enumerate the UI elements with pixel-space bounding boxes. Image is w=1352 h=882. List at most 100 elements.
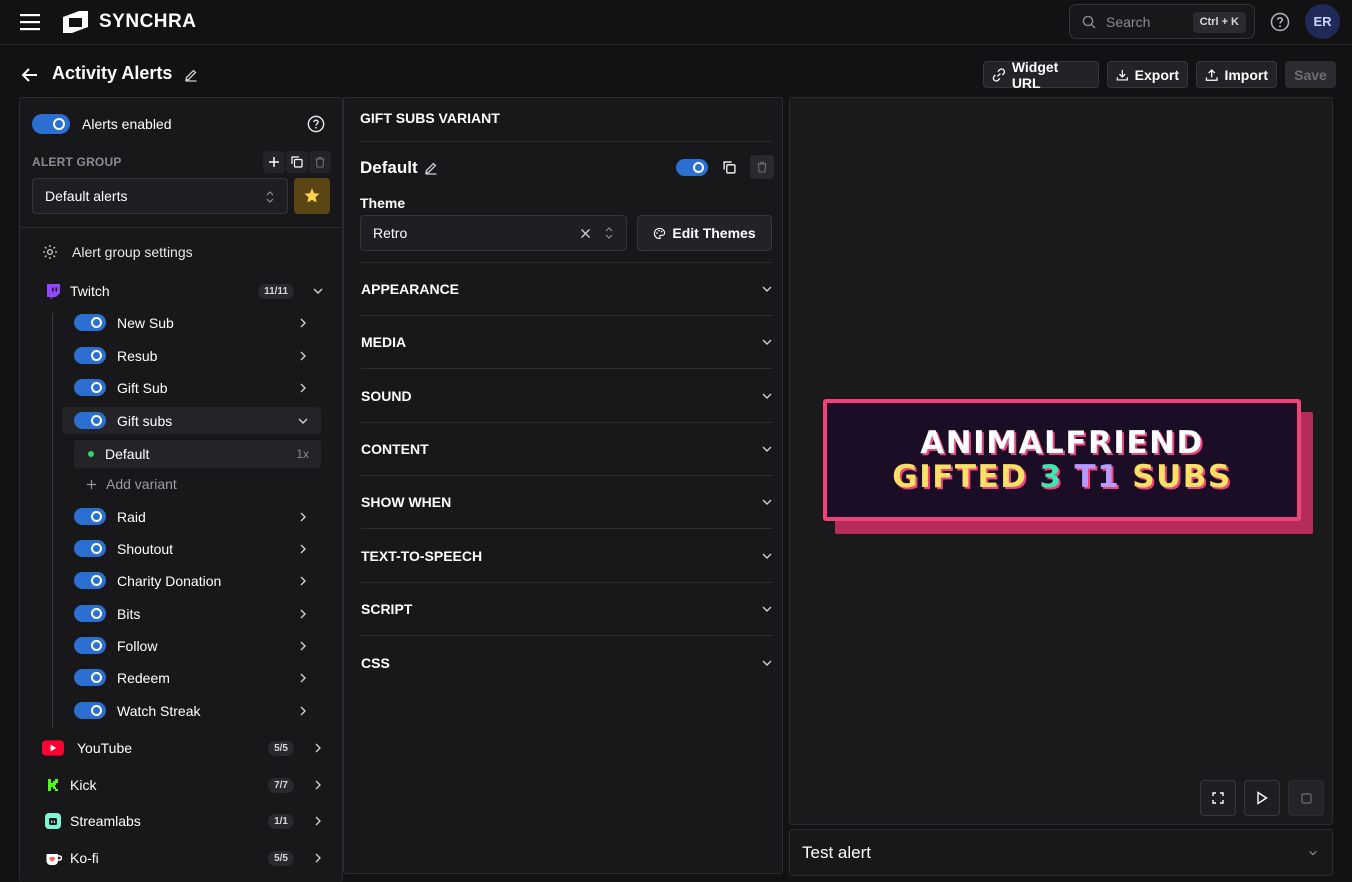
event-label: Resub [117,347,158,364]
section-css[interactable]: CSS [361,636,773,689]
platform-count-badge: 5/5 [268,850,294,866]
alert-group-settings-label: Alert group settings [72,244,193,260]
chevron-right-icon [297,511,309,523]
event-redeem[interactable]: Redeem [62,664,321,691]
section-media[interactable]: MEDIA [361,316,773,370]
event-bits[interactable]: Bits [62,600,321,627]
variant-editor-header: GIFT SUBS VARIANT [360,110,500,126]
event-charity-donation[interactable]: Charity Donation [62,567,321,594]
platform-count-badge: 7/7 [268,777,294,793]
save-button[interactable]: Save [1285,61,1336,88]
add-variant-button[interactable]: Add variant [86,476,177,492]
event-toggle[interactable] [74,540,106,557]
edit-themes-button[interactable]: Edit Themes [637,215,772,251]
event-gift-subs[interactable]: Gift subs [62,407,321,434]
test-alert-accordion[interactable]: Test alert [789,829,1333,876]
alerts-enabled-toggle[interactable] [32,114,70,134]
platform-ko-fi[interactable]: Ko-fi 5/5 [42,845,324,871]
help-icon[interactable] [1270,12,1290,32]
delete-group-icon[interactable] [309,151,331,173]
delete-variant-icon[interactable] [750,155,774,179]
menu-icon[interactable] [20,13,40,31]
edit-variant-icon[interactable] [424,161,438,175]
export-label: Export [1134,66,1179,83]
event-toggle[interactable] [74,605,106,622]
chevron-right-icon [297,543,309,555]
event-label: Bits [117,605,141,622]
event-label: Charity Donation [117,572,222,589]
play-icon [1257,791,1268,805]
palette-icon [654,227,666,239]
chevron-right-icon [312,779,324,791]
alerts-sidebar: Alerts enabled ALERT GROUP Default alert… [19,97,343,882]
variant-weight: 1x [296,447,309,461]
help-icon[interactable] [307,115,325,133]
fullscreen-button[interactable] [1200,780,1236,816]
widget-url-button[interactable]: Widget URL [983,59,1099,91]
event-resub[interactable]: Resub [62,342,321,369]
export-button[interactable]: Export [1107,61,1188,88]
theme-select[interactable]: Retro [360,215,627,251]
section-content[interactable]: CONTENT [361,423,773,476]
preview-message: GIFTED 3 T1 SUBS [892,460,1231,494]
alert-preview: ANIMALFRIEND GIFTED 3 T1 SUBS [789,97,1333,825]
back-arrow-icon[interactable] [21,67,39,83]
chevron-down-icon [761,550,773,562]
duplicate-variant-icon[interactable] [717,155,741,179]
add-group-icon[interactable] [263,151,285,173]
play-button[interactable] [1244,780,1280,816]
variant-enabled-toggle[interactable] [676,159,708,176]
chevron-down-icon [761,443,773,455]
event-shoutout[interactable]: Shoutout [62,535,321,562]
event-toggle[interactable] [74,702,106,719]
event-follow[interactable]: Follow [62,632,321,659]
top-bar: SYNCHRA Search Ctrl + K ER [0,0,1352,45]
platform-youtube[interactable]: YouTube 5/5 [42,735,324,761]
event-toggle[interactable] [74,508,106,525]
alert-group-settings[interactable]: Alert group settings [42,244,193,260]
event-toggle[interactable] [74,347,106,364]
event-toggle[interactable] [74,412,106,429]
section-text-to-speech[interactable]: TEXT-TO-SPEECH [361,530,773,583]
variant-default[interactable]: Default 1x [74,440,321,468]
search-shortcut: Ctrl + K [1192,12,1246,33]
event-toggle[interactable] [74,669,106,686]
alerts-enabled-label: Alerts enabled [82,116,172,132]
section-title: CONTENT [361,440,429,457]
platform-kick[interactable]: Kick 7/7 [42,772,324,798]
event-toggle[interactable] [74,379,106,396]
event-toggle[interactable] [74,314,106,331]
section-show-when[interactable]: SHOW WHEN [361,476,773,530]
import-button[interactable]: Import [1196,61,1277,88]
avatar[interactable]: ER [1305,4,1340,39]
section-script[interactable]: SCRIPT [361,583,773,636]
platform-streamlabs[interactable]: Streamlabs 1/1 [42,808,324,834]
chevron-down-icon [761,657,773,669]
section-appearance[interactable]: APPEARANCE [361,263,773,316]
event-gift-sub[interactable]: Gift Sub [62,374,321,401]
duplicate-group-icon[interactable] [286,151,308,173]
event-new-sub[interactable]: New Sub [62,309,321,336]
stop-button[interactable] [1288,780,1324,816]
event-toggle[interactable] [74,572,106,589]
section-sound[interactable]: SOUND [361,370,773,423]
section-title: TEXT-TO-SPEECH [361,547,483,564]
search-input[interactable]: Search Ctrl + K [1069,4,1255,39]
event-label: Shoutout [117,540,174,557]
preview-word-count: 3 [1039,459,1063,495]
page-header: Activity Alerts Widget URL Export Import… [0,46,1352,96]
platform-twitch[interactable]: Twitch 11/11 [42,278,324,304]
alert-group-select[interactable]: Default alerts [32,178,288,214]
chevron-right-icon [297,317,309,329]
alert-group-label: ALERT GROUP [32,155,122,169]
edit-title-icon[interactable] [184,68,198,82]
clear-icon[interactable] [580,228,591,239]
event-watch-streak[interactable]: Watch Streak [62,697,321,724]
chevron-down-icon [761,336,773,348]
synchra-logo-icon [63,11,88,33]
event-toggle[interactable] [74,637,106,654]
favorite-group-button[interactable] [294,178,330,214]
event-raid[interactable]: Raid [62,503,321,530]
app-logo[interactable]: SYNCHRA [60,10,196,34]
variant-editor: GIFT SUBS VARIANT Default Theme Retro Ed… [343,97,783,874]
